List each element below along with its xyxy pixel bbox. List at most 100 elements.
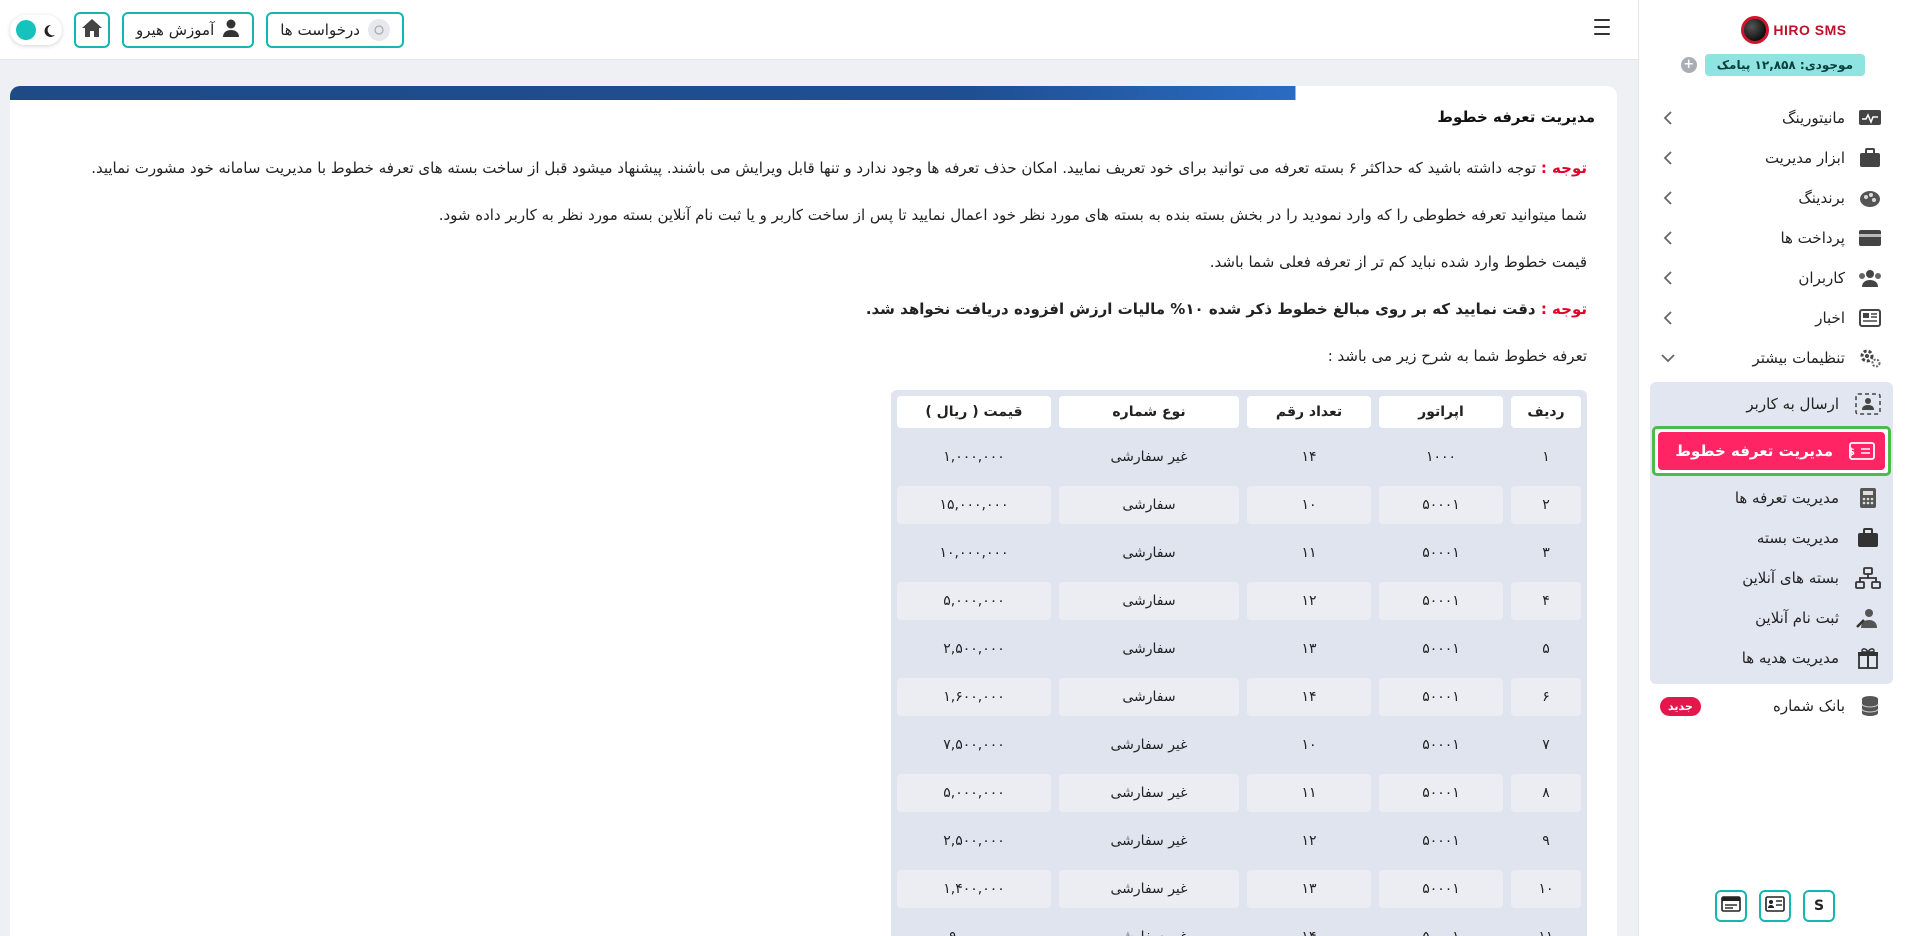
calculator-icon: [1855, 485, 1881, 511]
cell-operator: ۱۰۰۰: [1425, 449, 1457, 465]
subnav-item-tariffs[interactable]: مدیریت تعرفه ها: [1650, 478, 1893, 518]
cell-price: ۷,۵۰۰,۰۰۰: [943, 737, 1005, 753]
cell-operator: ۵۰۰۰۱: [1422, 737, 1460, 753]
sidebar-item-label: کاربران: [1798, 269, 1845, 287]
table-row: ۲ ۵۰۰۰۱ ۱۰ سفارشی ۱۵,۰۰۰,۰۰۰: [897, 486, 1581, 524]
cell-price: ۱,۰۰۰,۰۰۰: [943, 449, 1005, 465]
table-header-row: ردیف اپراتور تعداد رقم نوع شماره قیمت ( …: [897, 396, 1581, 428]
cell-number-type: سفارشی: [1059, 486, 1239, 524]
sidebar-item-label: تنظیمات بیشتر: [1752, 349, 1845, 367]
subnav-item-send-to-user[interactable]: ارسال به کاربر: [1650, 384, 1893, 424]
cell-digit-count: ۱۰: [1247, 486, 1371, 524]
column-header-row-number: ردیف: [1511, 396, 1581, 428]
cell-row-number: ۸: [1511, 774, 1581, 812]
theme-toggle-knob: [16, 20, 36, 40]
cell-digit-count: ۱۲: [1247, 582, 1371, 620]
money-icon: $: [1849, 438, 1875, 464]
new-badge: جدید: [1660, 696, 1701, 716]
subnav-item-label: مدیریت تعرفه ها: [1734, 489, 1839, 507]
subnav-item-label: بسته های آنلاین: [1742, 569, 1839, 587]
monitor-icon: [1857, 105, 1883, 131]
moon-icon: [42, 23, 56, 37]
users-icon: [1857, 265, 1883, 291]
contact-card-button[interactable]: [1759, 890, 1791, 922]
table-row: ۳ ۵۰۰۰۱ ۱۱ سفارشی ۱۰,۰۰۰,۰۰۰: [897, 534, 1581, 572]
column-header-operator: اپراتور: [1379, 396, 1503, 428]
sidebar-item-users[interactable]: کاربران: [1650, 258, 1893, 298]
sidebar-item-admin-tools[interactable]: ابزار مدیریت: [1650, 138, 1893, 178]
notice-text: دقت نمایید که بر روی مبالغ خطوط ذکر شده …: [865, 300, 1541, 318]
table-row: ۵ ۵۰۰۰۱ ۱۳ سفارشی ۲,۵۰۰,۰۰۰: [897, 630, 1581, 668]
briefcase-icon: [1857, 145, 1883, 171]
skype-button[interactable]: S: [1803, 890, 1835, 922]
subnav-item-gifts[interactable]: مدیریت هدیه ها: [1650, 638, 1893, 678]
sidebar-item-monitoring[interactable]: مانیتورینگ: [1650, 98, 1893, 138]
cell-price: ۱۵,۰۰۰,۰۰۰: [897, 486, 1051, 524]
cell-row-number: ۱: [1542, 449, 1550, 465]
browser-window-icon: [1721, 896, 1741, 916]
sidebar-item-label: برندینگ: [1798, 189, 1845, 207]
subnav-item-label: مدیریت بسته: [1756, 529, 1839, 547]
card-header-band: [10, 86, 1360, 100]
cell-number-type: سفارشی: [1059, 582, 1239, 620]
chevron-down-icon: [1660, 350, 1676, 366]
sidebar-item-news[interactable]: اخبار: [1650, 298, 1893, 338]
cell-operator: ۵۰۰۰۱: [1422, 641, 1460, 657]
cell-row-number: ۹: [1542, 833, 1550, 849]
cell-price: ۱۰,۰۰۰,۰۰۰: [939, 545, 1009, 561]
tutorial-button[interactable]: آموزش هیرو: [122, 12, 255, 48]
sidebar-item-payments[interactable]: پرداخت ها: [1650, 218, 1893, 258]
chevron-left-icon: [1660, 110, 1676, 126]
sidebar-footer: S: [1715, 890, 1835, 922]
tariff-table: ردیف اپراتور تعداد رقم نوع شماره قیمت ( …: [889, 386, 1589, 936]
sidebar-item-number-bank[interactable]: بانک شماره جدید: [1650, 686, 1893, 726]
sidebar-item-label: بانک شماره: [1772, 697, 1845, 715]
subnav-item-packages[interactable]: مدیریت بسته: [1650, 518, 1893, 558]
subnav-item-line-tariffs[interactable]: $ مدیریت تعرفه خطوط: [1658, 432, 1885, 470]
send-users-icon: [1855, 391, 1881, 417]
table-row: ۱۱ ۵۰۰۰۱ ۱۴ غیر سفارشی ۹۰۰,۰۰۰: [897, 918, 1581, 936]
user-icon: [222, 18, 240, 42]
cell-operator: ۵۰۰۰۱: [1379, 870, 1503, 908]
subnav-item-online-packages[interactable]: بسته های آنلاین: [1650, 558, 1893, 598]
subnav-item-label: ارسال به کاربر: [1746, 395, 1839, 413]
theme-toggle[interactable]: [10, 15, 62, 45]
cell-number-type: غیر سفارشی: [1110, 833, 1188, 849]
sidebar-item-more-settings[interactable]: تنظیمات بیشتر: [1650, 338, 1893, 378]
hamburger-menu-icon[interactable]: [1594, 19, 1610, 35]
cell-price: ۵,۰۰۰,۰۰۰: [897, 582, 1051, 620]
subnav-item-label: مدیریت تعرفه خطوط: [1675, 442, 1833, 460]
sidebar-item-branding[interactable]: برندینگ: [1650, 178, 1893, 218]
cell-digit-count: ۱۳: [1247, 870, 1371, 908]
notice-paragraphs: توجه : توجه داشته باشید که حداکثر ۶ بسته…: [40, 156, 1587, 391]
cell-operator: ۵۰۰۰۱: [1379, 918, 1503, 936]
cell-operator: ۵۰۰۰۱: [1379, 678, 1503, 716]
news-icon: [1857, 305, 1883, 331]
info-paragraph-2: شما میتوانید تعرفه خطوطی را که وارد نمود…: [438, 206, 1587, 224]
browser-window-button[interactable]: [1715, 890, 1747, 922]
branding-icon: [1857, 185, 1883, 211]
column-header-number-type: نوع شماره: [1059, 396, 1239, 428]
add-balance-button[interactable]: +: [1680, 57, 1697, 73]
home-button[interactable]: [74, 12, 110, 48]
cell-digit-count: ۱۴: [1247, 678, 1371, 716]
cell-digit-count: ۱۴: [1247, 918, 1371, 936]
requests-button[interactable]: درخواست ها: [266, 12, 404, 48]
contact-card-icon: [1765, 896, 1785, 916]
sidebar: HIRO SMS موجودی: ۱۲,۸۵۸ پیامک + مانیتوری…: [1638, 0, 1905, 936]
sidebar-item-label: اخبار: [1815, 309, 1845, 327]
card-icon: [1857, 225, 1883, 251]
info-paragraph-5: تعرفه خطوط شما به شرح زیر می باشد :: [1327, 347, 1587, 365]
cell-row-number: ۱۱: [1511, 918, 1581, 936]
table-row: ۸ ۵۰۰۰۱ ۱۱ غیر سفارشی ۵,۰۰۰,۰۰۰: [897, 774, 1581, 812]
cell-digit-count: ۱۲: [1301, 833, 1317, 849]
cell-row-number: ۷: [1542, 737, 1550, 753]
network-icon: [1855, 565, 1881, 591]
table-row: ۹ ۵۰۰۰۱ ۱۲ غیر سفارشی ۲,۵۰۰,۰۰۰: [897, 822, 1581, 860]
logo[interactable]: HIRO SMS: [1739, 12, 1849, 48]
cell-number-type: سفارشی: [1122, 641, 1176, 657]
cell-number-type: غیر سفارشی: [1059, 918, 1239, 936]
topbar: آموزش هیرو درخواست ها: [0, 0, 1638, 60]
subnav-item-online-signup[interactable]: ثبت نام آنلاین: [1650, 598, 1893, 638]
cell-price: ۲,۵۰۰,۰۰۰: [943, 641, 1005, 657]
